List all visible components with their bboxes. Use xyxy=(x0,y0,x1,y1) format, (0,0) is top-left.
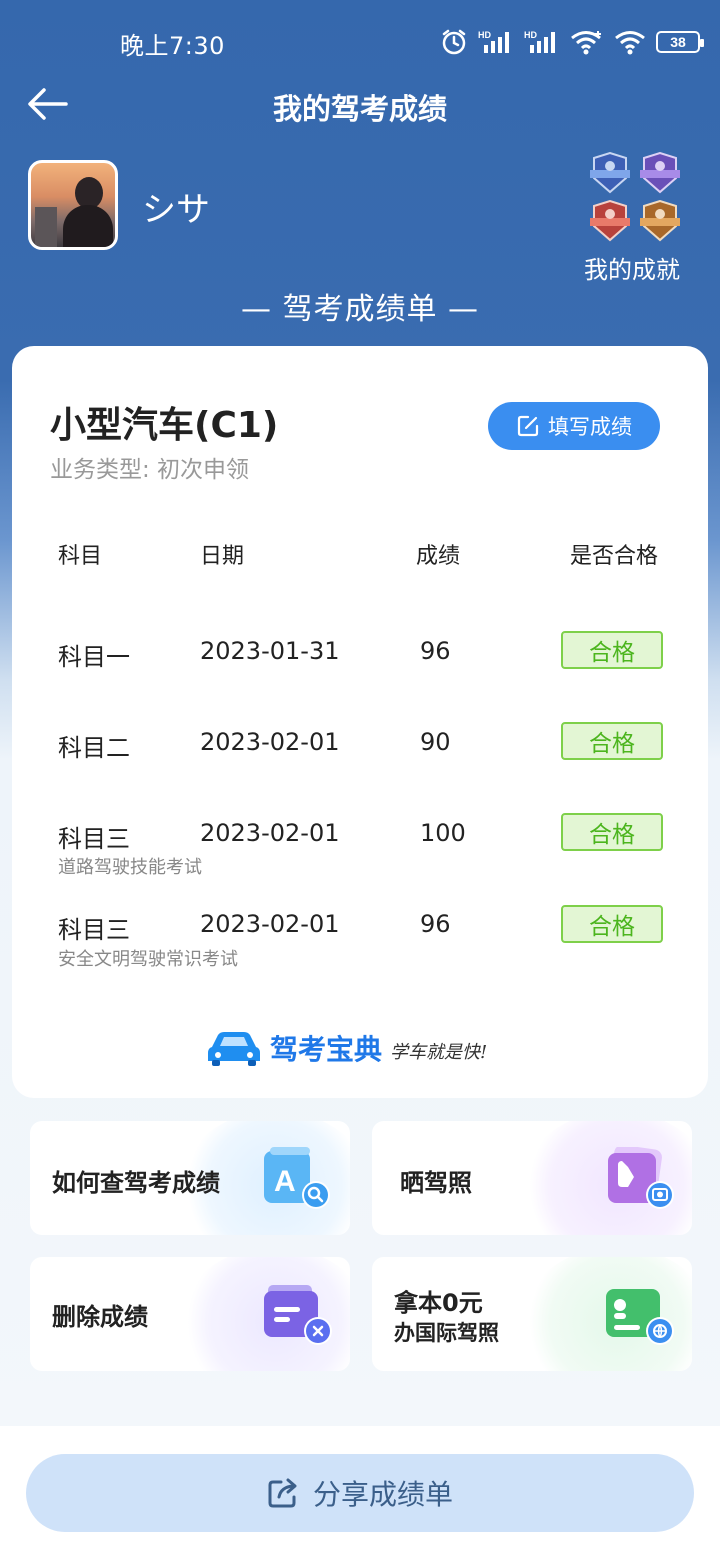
signal-hd-icon: HD xyxy=(478,30,509,53)
avatar[interactable] xyxy=(28,160,118,250)
row-score: 96 xyxy=(420,910,451,938)
svg-text:A: A xyxy=(274,1165,296,1198)
brand-name: 驾考宝典 xyxy=(270,1033,383,1066)
status-icons: HD HD 38 xyxy=(440,26,704,58)
share-score-label: 分享成绩单 xyxy=(312,1478,453,1511)
brand-slogan: 学车就是快! xyxy=(390,1042,488,1063)
wifi-icon-2 xyxy=(615,31,645,55)
signal-hd-icon-2: HD xyxy=(524,30,555,53)
row-subject: 科目三 xyxy=(58,916,130,944)
svg-text:HD: HD xyxy=(524,30,537,40)
column-header-date: 日期 xyxy=(200,544,245,569)
achievement-badge-icon-2 xyxy=(640,152,680,194)
tile-delete-score[interactable]: 删除成绩 xyxy=(30,1257,350,1371)
search-doc-icon: A xyxy=(264,1147,330,1209)
battery-level: 38 xyxy=(670,34,686,50)
license-type: 小型汽车(C1) xyxy=(50,405,279,446)
fill-score-label: 填写成绩 xyxy=(548,415,632,439)
delete-doc-icon xyxy=(264,1285,332,1345)
row-score: 96 xyxy=(420,637,451,665)
column-header-subject: 科目 xyxy=(58,544,103,569)
share-score-button[interactable]: 分享成绩单 xyxy=(26,1454,694,1532)
column-header-score: 成绩 xyxy=(416,544,461,569)
row-subject: 科目一 xyxy=(58,643,130,671)
tile-check-score-label: 如何查驾考成绩 xyxy=(52,1169,220,1197)
wifi-icon xyxy=(571,31,601,55)
tile-show-license[interactable]: 晒驾照 xyxy=(372,1121,692,1235)
username: シサ xyxy=(142,190,210,230)
pass-badge: 合格 xyxy=(561,631,663,669)
tile-show-license-label: 晒驾照 xyxy=(400,1169,472,1197)
row-date: 2023-02-01 xyxy=(200,819,340,847)
achievement-badge-icon-4 xyxy=(640,200,680,242)
pass-badge: 合格 xyxy=(561,813,663,851)
achievements-label[interactable]: 我的成就 xyxy=(584,250,680,285)
achievement-badge-icon-1 xyxy=(590,152,630,194)
achievement-badges[interactable] xyxy=(588,152,684,244)
business-type: 业务类型: 初次申领 xyxy=(50,457,250,483)
row-date: 2023-02-01 xyxy=(200,728,340,756)
pass-badge: 合格 xyxy=(561,905,663,943)
row-subject: 科目二 xyxy=(58,734,130,762)
row-score: 90 xyxy=(420,728,451,756)
pass-badge: 合格 xyxy=(561,722,663,760)
row-date: 2023-02-01 xyxy=(200,910,340,938)
photo-share-icon xyxy=(608,1147,674,1209)
fill-score-button[interactable]: 填写成绩 xyxy=(488,402,660,450)
battery-icon: 38 xyxy=(656,31,704,53)
tile-delete-score-label: 删除成绩 xyxy=(52,1303,148,1331)
tile-intl-license-line1: 拿本0元 xyxy=(394,1289,483,1317)
achievement-badge-icon-3 xyxy=(590,200,630,242)
brand-logo: 驾考宝典 学车就是快! xyxy=(206,1026,487,1070)
license-globe-icon xyxy=(606,1289,674,1345)
page-title: 我的驾考成绩 xyxy=(272,92,447,126)
row-note: 安全文明驾驶常识考试 xyxy=(58,949,238,970)
tile-intl-license[interactable]: 拿本0元 办国际驾照 xyxy=(372,1257,692,1371)
svg-text:HD: HD xyxy=(478,30,491,40)
column-header-pass: 是否合格 xyxy=(570,544,659,569)
status-time: 晚上7:30 xyxy=(120,32,225,60)
share-icon xyxy=(268,1478,297,1508)
alarm-icon xyxy=(442,29,466,55)
row-score: 100 xyxy=(420,819,466,847)
row-date: 2023-01-31 xyxy=(200,637,340,665)
car-icon xyxy=(208,1032,260,1066)
row-subject: 科目三 xyxy=(58,825,130,853)
section-title: — 驾考成绩单 — xyxy=(240,292,480,327)
row-note: 道路驾驶技能考试 xyxy=(58,857,202,878)
tile-intl-license-line2: 办国际驾照 xyxy=(394,1321,499,1345)
edit-icon xyxy=(517,415,539,437)
tile-check-score[interactable]: 如何查驾考成绩 A xyxy=(30,1121,350,1235)
